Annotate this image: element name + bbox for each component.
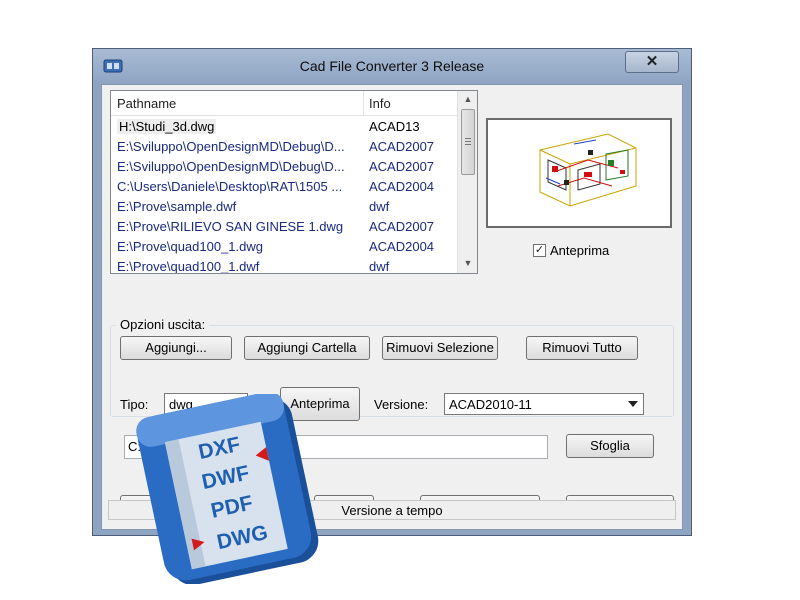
scroll-up-icon[interactable]: ▲ <box>462 93 474 105</box>
file-info: dwf <box>369 199 390 214</box>
file-row[interactable]: C:\Users\Daniele\Desktop\RAT\1505 ... AC… <box>111 177 457 197</box>
version-select[interactable]: ACAD2010-11 <box>444 393 644 415</box>
output-options-label: Opzioni uscita: <box>116 317 210 332</box>
file-row[interactable]: E:\Prove\RILIEVO SAN GINESE 1.dwg ACAD20… <box>111 217 457 237</box>
scrollbar-thumb[interactable] <box>461 109 475 175</box>
file-info: dwf <box>369 259 390 274</box>
file-path: H:\Studi_3d.dwg <box>117 119 217 134</box>
column-header-pathname[interactable]: Pathname <box>117 96 176 111</box>
version-label: Versione: <box>374 397 429 412</box>
file-row[interactable]: E:\Sviluppo\OpenDesignMD\Debug\D... ACAD… <box>111 157 457 177</box>
file-path: E:\Prove\sample.dwf <box>117 199 237 214</box>
version-select-value: ACAD2010-11 <box>449 397 532 412</box>
file-row[interactable]: H:\Studi_3d.dwg ACAD13 <box>111 117 457 137</box>
file-list[interactable]: Pathname Info H:\Studi_3d.dwg ACAD13 E:\… <box>110 90 478 274</box>
file-info: ACAD2007 <box>369 219 435 234</box>
list-scrollbar[interactable]: ▲ ▼ <box>457 91 477 273</box>
preview-checkbox[interactable]: ✓ <box>533 244 546 257</box>
file-path: E:\Prove\quad100_1.dwg <box>117 239 263 254</box>
file-row[interactable]: E:\Prove\quad100_1.dwg ACAD2004 <box>111 237 457 257</box>
file-row[interactable]: E:\Prove\sample.dwf dwf <box>111 197 457 217</box>
chevron-down-icon <box>628 401 638 407</box>
preview-checkbox-label: Anteprima <box>550 243 610 258</box>
close-icon: ✕ <box>645 53 659 70</box>
file-row[interactable]: E:\Sviluppo\OpenDesignMD\Debug\D... ACAD… <box>111 137 457 157</box>
file-path: E:\Prove\quad100_1.dwf <box>117 259 260 274</box>
window-title: Cad File Converter 3 Release <box>299 58 485 74</box>
file-info: ACAD13 <box>369 119 420 134</box>
product-logo: DXF DWF PDF DWG <box>136 394 319 584</box>
check-icon: ✓ <box>534 244 545 256</box>
cad-preview-image <box>539 133 637 207</box>
close-button[interactable]: ✕ <box>625 51 679 73</box>
file-info: ACAD2004 <box>369 239 435 254</box>
file-info: ACAD2004 <box>369 179 435 194</box>
file-path: E:\Sviluppo\OpenDesignMD\Debug\D... <box>117 139 345 154</box>
file-info: ACAD2007 <box>369 139 435 154</box>
file-info: ACAD2007 <box>369 159 435 174</box>
scroll-down-icon[interactable]: ▼ <box>462 257 474 269</box>
file-row[interactable]: E:\Prove\quad100_1.dwf dwf <box>111 257 457 274</box>
file-path: E:\Sviluppo\OpenDesignMD\Debug\D... <box>117 159 345 174</box>
file-path: E:\Prove\RILIEVO SAN GINESE 1.dwg <box>117 219 344 234</box>
browse-button[interactable]: Sfoglia <box>566 434 654 458</box>
file-path: C:\Users\Daniele\Desktop\RAT\1505 ... <box>117 179 343 194</box>
column-header-info[interactable]: Info <box>369 96 391 111</box>
column-divider[interactable] <box>363 91 364 115</box>
title-bar[interactable]: Cad File Converter 3 Release ✕ <box>93 49 691 81</box>
list-header: Pathname Info <box>111 91 457 116</box>
preview-pane <box>486 118 672 228</box>
